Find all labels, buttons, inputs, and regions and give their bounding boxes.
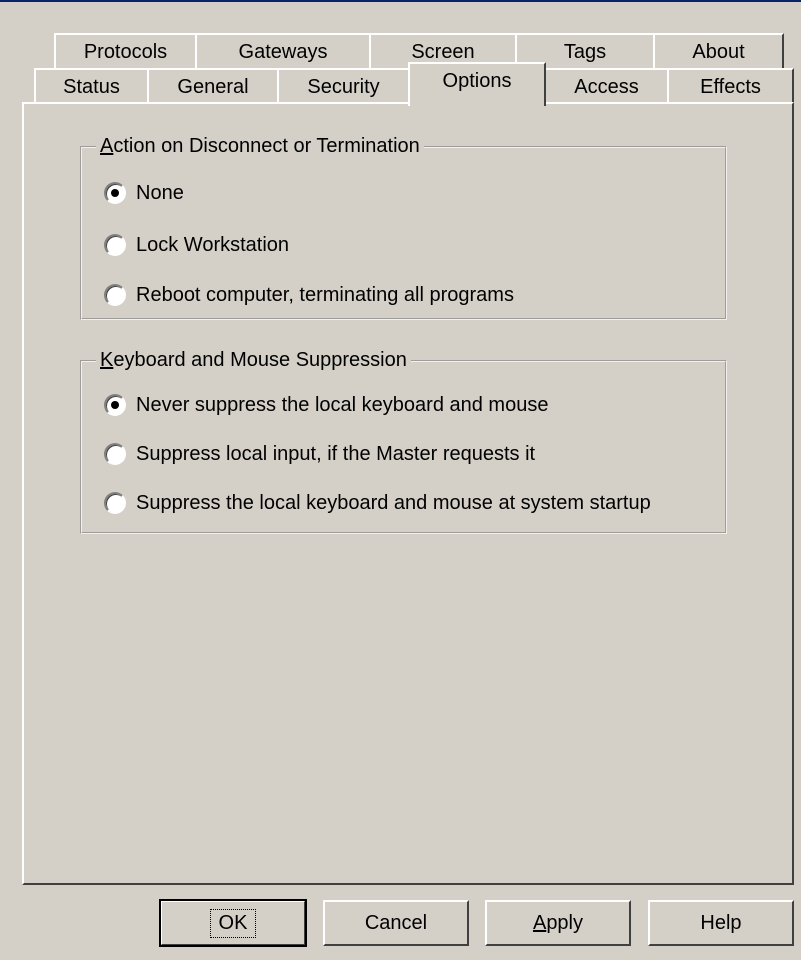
ok-button[interactable]: OK bbox=[159, 899, 307, 947]
radio-label: Suppress the local keyboard and mouse at… bbox=[136, 491, 651, 514]
disconnect-action-group: Action on Disconnect or Termination None… bbox=[80, 134, 727, 320]
radio-button[interactable] bbox=[104, 443, 126, 465]
radio-button[interactable] bbox=[104, 394, 126, 416]
radio-label: Lock Workstation bbox=[136, 233, 290, 256]
tab-label: Tags bbox=[563, 40, 607, 63]
radio-option-none[interactable]: None bbox=[104, 180, 184, 206]
apply-button[interactable]: Apply bbox=[485, 900, 631, 946]
radio-button[interactable] bbox=[104, 284, 126, 306]
radio-option-suppress-if-master-requests[interactable]: Suppress local input, if the Master requ… bbox=[104, 441, 535, 467]
tab-security[interactable]: Security bbox=[277, 68, 410, 104]
tab-access[interactable]: Access bbox=[544, 68, 669, 104]
apply-button-label: Apply bbox=[532, 911, 584, 934]
radio-option-suppress-at-startup[interactable]: Suppress the local keyboard and mouse at… bbox=[104, 490, 651, 516]
tab-label: Effects bbox=[700, 75, 761, 98]
tab-label: Security bbox=[307, 75, 380, 98]
cancel-button[interactable]: Cancel bbox=[323, 900, 469, 946]
tab-options[interactable]: Options bbox=[408, 62, 546, 106]
keyboard-mouse-suppression-group-title: Keyboard and Mouse Suppression bbox=[96, 348, 411, 372]
window-top-border bbox=[0, 0, 801, 2]
help-button[interactable]: Help bbox=[648, 900, 794, 946]
radio-option-reboot-computer[interactable]: Reboot computer, terminating all program… bbox=[104, 282, 514, 308]
tab-label: Gateways bbox=[238, 40, 328, 63]
tab-about[interactable]: About bbox=[653, 33, 784, 69]
tab-label: Access bbox=[574, 75, 639, 98]
radio-label: Suppress local input, if the Master requ… bbox=[136, 442, 536, 465]
tab-effects[interactable]: Effects bbox=[667, 68, 794, 104]
radio-button[interactable] bbox=[104, 492, 126, 514]
radio-option-lock-workstation[interactable]: Lock Workstation bbox=[104, 232, 289, 258]
radio-label: Reboot computer, terminating all program… bbox=[136, 283, 514, 306]
tab-protocols[interactable]: Protocols bbox=[54, 33, 197, 69]
radio-option-never-suppress[interactable]: Never suppress the local keyboard and mo… bbox=[104, 392, 548, 418]
radio-label: None bbox=[136, 181, 184, 204]
tab-label: Protocols bbox=[83, 40, 168, 63]
ok-button-label: OK bbox=[209, 908, 257, 938]
tab-label: Screen bbox=[411, 40, 475, 63]
tab-label: Status bbox=[63, 75, 120, 98]
radio-button[interactable] bbox=[104, 234, 126, 256]
cancel-button-label: Cancel bbox=[364, 911, 428, 934]
tab-label: About bbox=[692, 40, 745, 63]
tab-label: Options bbox=[442, 70, 512, 92]
keyboard-mouse-suppression-group: Keyboard and Mouse Suppression Never sup… bbox=[80, 348, 727, 534]
tab-label: General bbox=[177, 75, 249, 98]
options-tab-panel: Action on Disconnect or Termination None… bbox=[22, 102, 794, 885]
help-button-label: Help bbox=[700, 911, 742, 934]
disconnect-action-group-title: Action on Disconnect or Termination bbox=[96, 134, 424, 158]
tab-status[interactable]: Status bbox=[34, 68, 149, 104]
radio-label: Never suppress the local keyboard and mo… bbox=[136, 393, 549, 416]
tab-general[interactable]: General bbox=[147, 68, 279, 104]
tab-gateways[interactable]: Gateways bbox=[195, 33, 371, 69]
radio-button[interactable] bbox=[104, 182, 126, 204]
